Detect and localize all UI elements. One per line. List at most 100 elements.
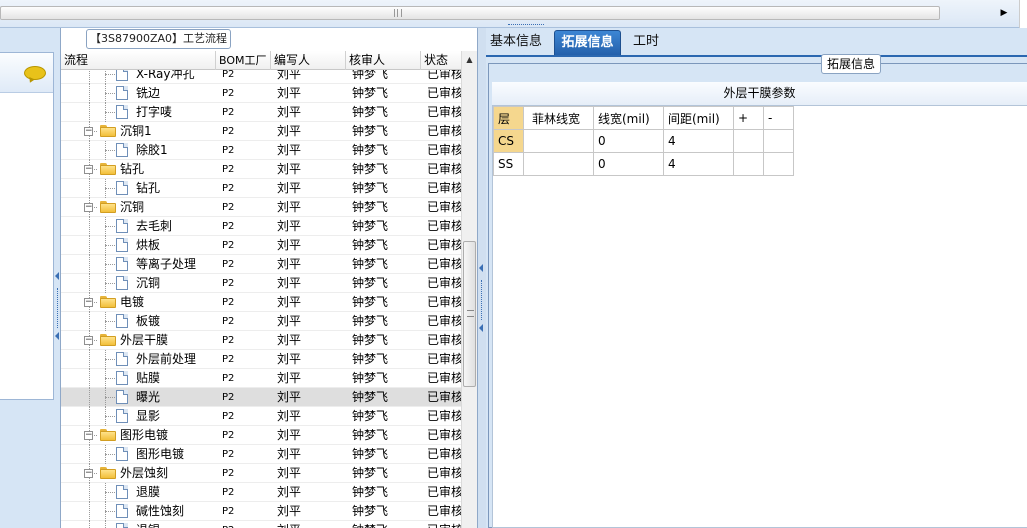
tree-folder-label[interactable]: 外层蚀刻 bbox=[120, 464, 168, 483]
column-header-status[interactable]: 状态 bbox=[421, 51, 461, 70]
tree-item-label[interactable]: 曝光 bbox=[136, 388, 160, 407]
tree-item-label[interactable]: 外层前处理 bbox=[136, 350, 196, 369]
remove-column-button[interactable]: - bbox=[763, 106, 794, 130]
params-row[interactable]: SS 0 4 bbox=[493, 152, 794, 176]
tree-item-label[interactable]: 碱性蚀刻 bbox=[136, 502, 184, 521]
tree-folder-label[interactable]: 外层干膜 bbox=[120, 331, 168, 350]
status-cell: 已审核 bbox=[427, 314, 461, 328]
tree-row[interactable]: − 外层干膜 P2 刘平 钟梦飞 已审核 bbox=[61, 331, 461, 350]
layer-cell[interactable]: CS bbox=[493, 129, 524, 153]
plus-cell[interactable] bbox=[733, 129, 764, 153]
collapse-icon[interactable]: − bbox=[84, 165, 93, 174]
header-film-width[interactable]: 菲林线宽 bbox=[523, 106, 594, 130]
tree-row[interactable]: 沉铜 P2 刘平 钟梦飞 已审核 bbox=[61, 274, 461, 293]
tree-item-label[interactable]: 钻孔 bbox=[136, 179, 160, 198]
tree-item-label[interactable]: 退锡 bbox=[136, 521, 160, 528]
tree-item-label[interactable]: 去毛刺 bbox=[136, 217, 172, 236]
tree-header: 流程 BOM工厂 编写人 核审人 状态 bbox=[61, 51, 461, 70]
spacing-cell[interactable]: 4 bbox=[663, 152, 734, 176]
tree-row[interactable]: 铣边 P2 刘平 钟梦飞 已审核 bbox=[61, 84, 461, 103]
tree-row[interactable]: − 钻孔 P2 刘平 钟梦飞 已审核 bbox=[61, 160, 461, 179]
tree-folder-label[interactable]: 沉铜1 bbox=[120, 122, 152, 141]
minus-cell[interactable] bbox=[763, 129, 794, 153]
tree-row[interactable]: 碱性蚀刻 P2 刘平 钟梦飞 已审核 bbox=[61, 502, 461, 521]
tab-basic-info[interactable]: 基本信息 bbox=[486, 30, 546, 55]
column-header-reviewer[interactable]: 核审人 bbox=[346, 51, 421, 70]
tree-item-label[interactable]: 等离子处理 bbox=[136, 255, 196, 274]
film-cell[interactable] bbox=[523, 129, 594, 153]
plus-cell[interactable] bbox=[733, 152, 764, 176]
column-header-writer[interactable]: 编写人 bbox=[271, 51, 346, 70]
tree-row[interactable]: 显影 P2 刘平 钟梦飞 已审核 bbox=[61, 407, 461, 426]
tree-item-label[interactable]: X-Ray冲孔 bbox=[136, 70, 194, 84]
header-layer[interactable]: 层 bbox=[493, 106, 524, 130]
tree-row[interactable]: − 沉铜1 P2 刘平 钟梦飞 已审核 bbox=[61, 122, 461, 141]
spacing-cell[interactable]: 4 bbox=[663, 129, 734, 153]
tree-scroll-thumb[interactable] bbox=[463, 241, 476, 387]
collapse-icon[interactable]: − bbox=[84, 336, 93, 345]
tree-item-label[interactable]: 除胶1 bbox=[136, 141, 168, 160]
folder-icon bbox=[100, 296, 116, 308]
tree-row[interactable]: 图形电镀 P2 刘平 钟梦飞 已审核 bbox=[61, 445, 461, 464]
tree-row[interactable]: 曝光 P2 刘平 钟梦飞 已审核 bbox=[61, 388, 461, 407]
process-tree[interactable]: X-Ray冲孔 P2 刘平 钟梦飞 已审核 铣边 P2 刘平 钟梦飞 已审核 打字唛 P2 刘平 钟梦飞已… bbox=[61, 70, 461, 528]
tree-row[interactable]: 退膜 P2 刘平 钟梦飞 已审核 bbox=[61, 483, 461, 502]
collapse-icon[interactable]: − bbox=[84, 298, 93, 307]
horizontal-scrollbar[interactable] bbox=[0, 6, 940, 20]
tree-item-label[interactable]: 铣边 bbox=[136, 84, 160, 103]
tree-row[interactable]: 等离子处理 P2 刘平 钟梦飞 已审核 bbox=[61, 255, 461, 274]
collapse-icon[interactable]: − bbox=[84, 203, 93, 212]
middle-splitter[interactable] bbox=[478, 28, 486, 528]
tab-work-hours[interactable]: 工时 bbox=[626, 30, 666, 55]
tree-item-label[interactable]: 图形电镀 bbox=[136, 445, 184, 464]
tree-row[interactable]: 贴膜 P2 刘平 钟梦飞 已审核 bbox=[61, 369, 461, 388]
collapse-icon[interactable]: − bbox=[84, 431, 93, 440]
scroll-up-icon[interactable]: ▲ bbox=[462, 53, 477, 67]
tree-row[interactable]: 除胶1 P2 刘平 钟梦飞 已审核 bbox=[61, 141, 461, 160]
add-column-button[interactable]: + bbox=[733, 106, 764, 130]
width-cell[interactable]: 0 bbox=[593, 129, 664, 153]
tree-folder-label[interactable]: 电镀 bbox=[120, 293, 144, 312]
tree-row[interactable]: 烘板 P2 刘平 钟梦飞 已审核 bbox=[61, 236, 461, 255]
tree-item-label[interactable]: 烘板 bbox=[136, 236, 160, 255]
tree-row[interactable]: 外层前处理 P2 刘平 钟梦飞 已审核 bbox=[61, 350, 461, 369]
column-header-bom[interactable]: BOM工厂 bbox=[216, 51, 271, 70]
tree-row[interactable]: 打字唛 P2 刘平 钟梦飞 已审核 bbox=[61, 103, 461, 122]
film-cell[interactable] bbox=[523, 152, 594, 176]
width-cell[interactable]: 0 bbox=[593, 152, 664, 176]
tree-folder-label[interactable]: 钻孔 bbox=[120, 160, 144, 179]
header-line-width[interactable]: 线宽(mil) bbox=[593, 106, 664, 130]
horizontal-scroll-thumb[interactable] bbox=[1, 7, 939, 19]
speech-bubble-icon[interactable] bbox=[24, 66, 46, 80]
tree-folder-label[interactable]: 沉铜 bbox=[120, 198, 144, 217]
collapse-icon[interactable]: − bbox=[84, 469, 93, 478]
splitter-grip-icon[interactable] bbox=[508, 24, 544, 27]
tree-row[interactable]: 去毛刺 P2 刘平 钟梦飞 已审核 bbox=[61, 217, 461, 236]
tree-item-label[interactable]: 显影 bbox=[136, 407, 160, 426]
writer-cell: 刘平 bbox=[277, 238, 302, 252]
tree-row[interactable]: X-Ray冲孔 P2 刘平 钟梦飞 已审核 bbox=[61, 70, 461, 84]
tab-extended-info[interactable]: 拓展信息 bbox=[554, 30, 621, 55]
bom-cell: P2 bbox=[222, 297, 235, 308]
tree-item-label[interactable]: 沉铜 bbox=[136, 274, 160, 293]
header-spacing[interactable]: 间距(mil) bbox=[663, 106, 734, 130]
minus-cell[interactable] bbox=[763, 152, 794, 176]
tree-item-label[interactable]: 贴膜 bbox=[136, 369, 160, 388]
tree-item-label[interactable]: 板镀 bbox=[136, 312, 160, 331]
params-row[interactable]: CS 0 4 bbox=[493, 129, 794, 153]
tree-item-label[interactable]: 打字唛 bbox=[136, 103, 172, 122]
column-header-process[interactable]: 流程 bbox=[61, 51, 216, 70]
tree-row[interactable]: − 图形电镀 P2 刘平 钟梦飞 已审核 bbox=[61, 426, 461, 445]
tree-row[interactable]: 退锡 P2刘平钟梦飞已审核 bbox=[61, 521, 461, 528]
tree-row[interactable]: − 外层蚀刻 P2 刘平 钟梦飞 已审核 bbox=[61, 464, 461, 483]
tree-row[interactable]: 钻孔 P2 刘平 钟梦飞 已审核 bbox=[61, 179, 461, 198]
tree-row[interactable]: − 电镀 P2 刘平 钟梦飞 已审核 bbox=[61, 293, 461, 312]
tree-folder-label[interactable]: 图形电镀 bbox=[120, 426, 168, 445]
layer-cell[interactable]: SS bbox=[493, 152, 524, 176]
tree-item-label[interactable]: 退膜 bbox=[136, 483, 160, 502]
tree-row[interactable]: − 沉铜 P2 刘平 钟梦飞 已审核 bbox=[61, 198, 461, 217]
scroll-right-icon[interactable]: ▶ bbox=[998, 7, 1010, 19]
tree-row[interactable]: 板镀 P2 刘平 钟梦飞 已审核 bbox=[61, 312, 461, 331]
collapse-icon[interactable]: − bbox=[84, 127, 93, 136]
tree-vertical-scrollbar[interactable]: ▲ bbox=[461, 51, 477, 528]
